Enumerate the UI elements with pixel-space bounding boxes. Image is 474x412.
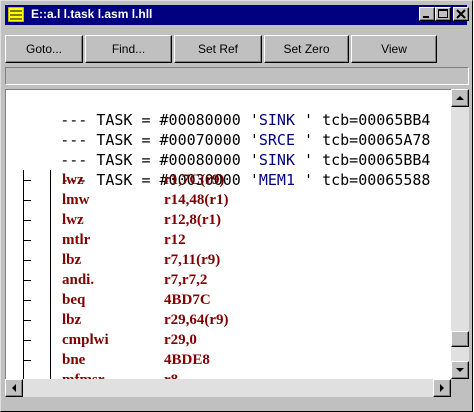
asm-operands: r7,r7,2 [164,272,208,288]
set-zero-button[interactable]: Set Zero [264,35,349,63]
asm-mnemonic: bne [62,352,86,368]
asm-line[interactable]: bne 4BDE8 [6,350,451,370]
asm-operands: r8 [164,370,178,379]
asm-operands: r14,48(r1) [164,192,229,208]
asm-mnemonic: lbz [62,252,82,268]
asm-operands: r7,11(r9) [164,252,221,268]
debugger-window: E::a.l l.task l.asm l.hll Goto... Find..… [0,0,473,412]
asm-line[interactable]: lbz r7,11(r9) [6,250,451,270]
asm-line[interactable]: lwz r1,7C(r9) [6,170,451,190]
asm-mnemonic: andi. [62,272,95,288]
scroll-down-button[interactable] [451,361,469,379]
asm-mnemonic: beq [62,292,86,308]
maximize-icon [438,9,448,18]
asm-operands: r12 [164,232,186,248]
scroll-right-button[interactable] [433,379,451,397]
asm-line[interactable]: andi. r7,r7,2 [6,270,451,290]
horizontal-scrollbar[interactable] [5,379,451,397]
task-row[interactable]: --- TASK = #00080000 'SINK ' tcb=00065BB… [6,130,451,169]
title-bar[interactable]: E::a.l l.task l.asm l.hll [5,5,469,25]
asm-mnemonic: lmw [62,192,90,208]
arrow-left-icon [12,384,16,392]
asm-mnemonic: lwz [62,212,84,228]
asm-operands: r12,8(r1) [164,212,222,228]
size-grip[interactable] [451,379,469,397]
asm-line[interactable]: beq 4BD7C [6,290,451,310]
window-title: E::a.l l.task l.asm l.hll [31,7,153,21]
window-app-icon[interactable] [7,6,25,23]
status-strip [5,67,469,85]
asm-mnemonic: lwz [62,172,84,188]
arrow-right-icon [440,384,444,392]
code-view[interactable]: --- TASK = #00080000 'SINK ' tcb=00065BB… [5,89,451,379]
task-row[interactable]: --- TASK = #00030000 'MEM1 ' tcb=0006558… [6,150,451,189]
asm-operands: r29,64(r9) [164,312,229,328]
asm-mnemonic: lbz [62,312,82,328]
asm-mnemonic: mtlr [62,232,91,248]
arrow-up-icon [456,96,464,100]
set-ref-button[interactable]: Set Ref [174,35,262,63]
scroll-thumb[interactable] [451,331,469,347]
asm-operands: 4BD7C [164,292,211,308]
asm-operands: r29,0 [164,332,197,348]
minimize-button[interactable] [419,7,435,21]
task-row[interactable]: --- TASK = #00070000 'SRCE ' tcb=00065A7… [6,110,451,149]
scroll-left-button[interactable] [5,379,23,397]
bottom-frame [5,399,469,409]
asm-line[interactable]: mfmsr r8 [6,370,451,379]
asm-line[interactable]: cmplwi r29,0 [6,330,451,350]
task-row[interactable]: --- TASK = #00080000 'SINK ' tcb=00065BB… [6,90,451,129]
asm-line[interactable]: lwz r12,8(r1) [6,210,451,230]
asm-line[interactable]: lbz r29,64(r9) [6,310,451,330]
close-button[interactable] [453,7,469,21]
view-button[interactable]: View [351,35,437,63]
minimize-icon [423,16,429,18]
close-icon [456,9,466,19]
asm-operands: 4BDE8 [164,352,210,368]
find-button[interactable]: Find... [85,35,172,63]
toolbar: Goto... Find... Set Ref Set Zero View [5,35,469,63]
asm-line[interactable]: mtlr r12 [6,230,451,250]
vertical-scrollbar[interactable] [451,89,469,379]
asm-line[interactable]: lmw r14,48(r1) [6,190,451,210]
goto-button[interactable]: Goto... [5,35,83,63]
asm-mnemonic: mfmsr [62,370,104,379]
asm-operands: r1,7C(r9) [164,172,225,188]
asm-mnemonic: cmplwi [62,332,109,348]
maximize-button[interactable] [435,7,451,21]
scroll-up-button[interactable] [451,89,469,107]
arrow-down-icon [456,368,464,372]
